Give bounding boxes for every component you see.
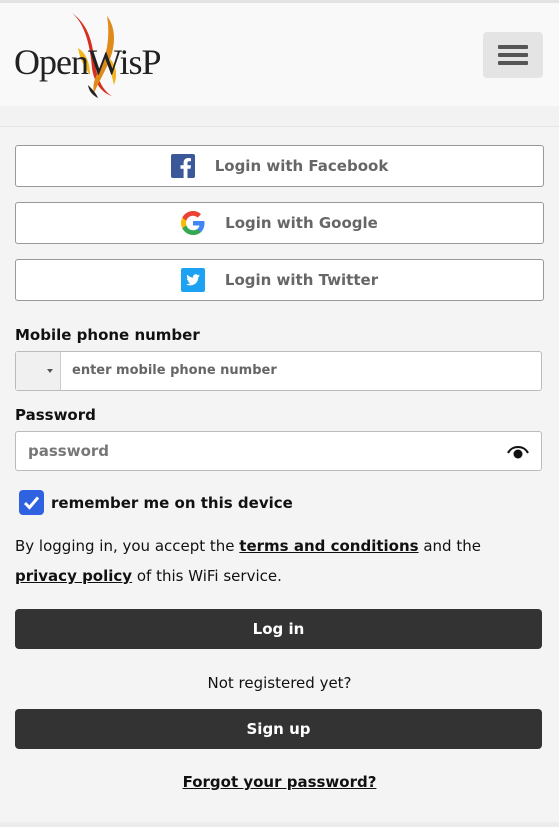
- check-icon: [23, 496, 40, 510]
- login-google-button[interactable]: Login with Google: [15, 202, 544, 244]
- eye-icon[interactable]: [506, 443, 530, 461]
- phone-field[interactable]: enter mobile phone number: [15, 351, 542, 391]
- login-google-label: Login with Google: [225, 214, 378, 232]
- logo-text: OpenWisP: [14, 42, 162, 82]
- password-field[interactable]: password: [15, 431, 542, 471]
- facebook-icon: [170, 154, 195, 178]
- bottom-border: [0, 822, 559, 827]
- login-twitter-label: Login with Twitter: [224, 271, 379, 289]
- openwisp-logo[interactable]: OpenWisP: [12, 13, 162, 98]
- password-label: Password: [15, 406, 96, 424]
- terms-text: By logging in, you accept the terms and …: [15, 537, 481, 585]
- hamburger-menu-icon: [498, 45, 528, 49]
- remember-label[interactable]: remember me on this device: [51, 494, 293, 512]
- login-facebook-label: Login with Facebook: [214, 157, 389, 175]
- password-input[interactable]: password: [28, 442, 109, 460]
- google-icon: [181, 211, 205, 235]
- signup-button[interactable]: Sign up: [15, 709, 542, 749]
- phone-label: Mobile phone number: [15, 326, 200, 344]
- header: OpenWisP: [0, 3, 559, 106]
- chevron-down-icon: [47, 369, 53, 373]
- forgot-password-wrap: Forgot your password?: [0, 773, 559, 792]
- section-divider: [0, 106, 559, 127]
- forgot-password-link[interactable]: Forgot your password?: [183, 773, 377, 791]
- privacy-link[interactable]: privacy policy: [15, 567, 132, 585]
- country-select[interactable]: [16, 352, 61, 390]
- twitter-icon: [180, 268, 205, 292]
- login-facebook-button[interactable]: Login with Facebook: [15, 145, 544, 187]
- login-button[interactable]: Log in: [15, 609, 542, 649]
- terms-link[interactable]: terms and conditions: [239, 537, 418, 555]
- remember-checkbox[interactable]: [19, 490, 44, 515]
- hamburger-menu-button[interactable]: [483, 32, 543, 78]
- login-twitter-button[interactable]: Login with Twitter: [15, 259, 544, 301]
- phone-input[interactable]: enter mobile phone number: [72, 363, 277, 378]
- not-registered-text: Not registered yet?: [207, 674, 352, 692]
